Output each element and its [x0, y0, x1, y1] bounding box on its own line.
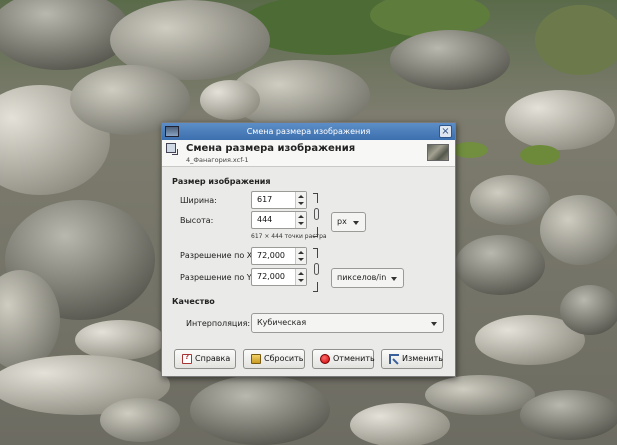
width-spin-arrows-icon[interactable]: [295, 192, 306, 208]
reset-icon: [251, 354, 261, 364]
image-size-section-label: Размер изображения: [172, 177, 271, 186]
dialog-header: Смена размера изображения 4_Фанагория.xc…: [162, 140, 455, 167]
reset-button[interactable]: Сбросить: [243, 349, 305, 369]
dialog-titlebar[interactable]: Смена размера изображения ×: [162, 123, 455, 140]
header-subtitle: 4_Фанагория.xcf-1: [186, 156, 249, 164]
resolution-unit-value: пикселов/in: [337, 273, 387, 282]
y-resolution-value: 72,000: [257, 272, 285, 281]
help-button[interactable]: Справка: [174, 349, 236, 369]
y-resolution-label: Разрешение по Y:: [180, 273, 254, 282]
resize-button[interactable]: Изменить: [381, 349, 443, 369]
close-icon[interactable]: ×: [439, 125, 452, 138]
y-resolution-input[interactable]: 72,000: [251, 268, 307, 286]
resolution-unit-dropdown[interactable]: пикселов/in: [331, 268, 404, 288]
size-unit-dropdown[interactable]: px: [331, 212, 366, 232]
height-spin-arrows-icon[interactable]: [295, 212, 306, 228]
quality-section-label: Качество: [172, 297, 215, 306]
cancel-button[interactable]: Отменить: [312, 349, 375, 369]
chevron-down-icon: [391, 277, 397, 281]
height-label: Высота:: [180, 216, 214, 225]
chevron-down-icon: [431, 322, 437, 326]
width-label: Ширина:: [180, 196, 217, 205]
x-resolution-spin-arrows-icon[interactable]: [295, 248, 306, 264]
gimp-app-icon: [165, 126, 179, 137]
chain-link-icon[interactable]: [313, 193, 321, 237]
image-thumbnail: [427, 144, 449, 161]
resize-icon: [389, 354, 399, 364]
width-value: 617: [257, 195, 273, 204]
help-icon: [182, 353, 192, 364]
interpolation-dropdown[interactable]: Кубическая: [251, 313, 444, 333]
resolution-chain-link-icon[interactable]: [313, 248, 321, 292]
width-input[interactable]: 617: [251, 191, 307, 209]
cancel-icon: [320, 354, 330, 364]
height-input[interactable]: 444: [251, 211, 307, 229]
x-resolution-input[interactable]: 72,000: [251, 247, 307, 265]
header-title: Смена размера изображения: [186, 143, 356, 154]
interpolation-label: Интерполяция:: [186, 319, 251, 328]
interpolation-value: Кубическая: [257, 318, 307, 327]
size-hint: 617 × 444 точки растра: [251, 233, 327, 240]
chevron-down-icon: [353, 221, 359, 225]
resize-image-dialog: Смена размера изображения × Смена размер…: [161, 122, 456, 377]
y-resolution-spin-arrows-icon[interactable]: [295, 269, 306, 285]
size-unit-value: px: [337, 217, 347, 226]
x-resolution-label: Разрешение по X:: [180, 251, 255, 260]
height-value: 444: [257, 215, 273, 224]
x-resolution-value: 72,000: [257, 251, 285, 260]
scale-image-icon: [166, 143, 178, 155]
dialog-title: Смена размера изображения: [246, 127, 371, 136]
